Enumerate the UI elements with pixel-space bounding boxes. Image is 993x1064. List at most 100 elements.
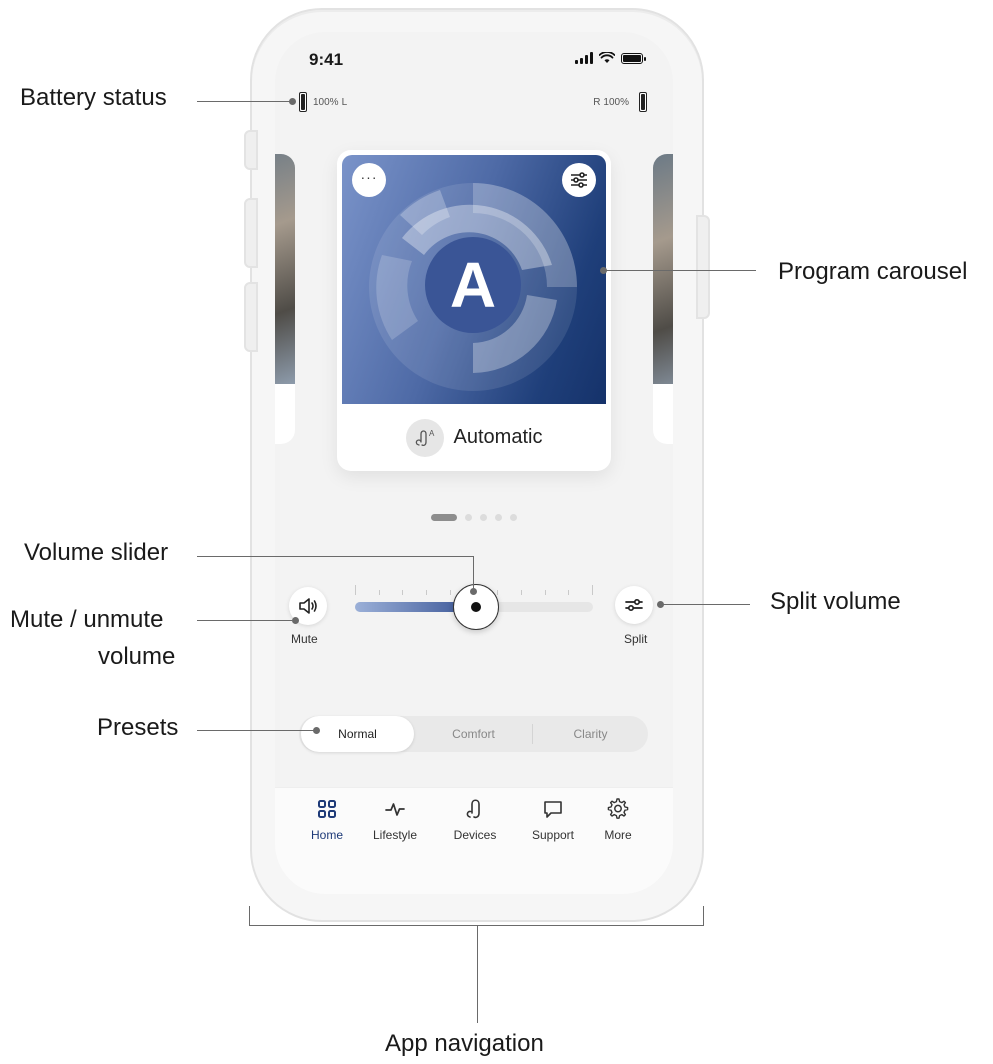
activity-icon xyxy=(385,803,405,816)
volume-tick xyxy=(426,590,428,595)
tab-support[interactable]: Support xyxy=(523,798,583,842)
callout-line xyxy=(197,556,473,557)
callout-presets: Presets xyxy=(97,714,179,741)
callout-line xyxy=(197,730,315,731)
carousel-card-next[interactable] xyxy=(653,154,673,444)
hearing-aid-auto-icon: A xyxy=(415,429,435,446)
more-icon: ··· xyxy=(360,169,378,185)
right-battery-percent: 100% xyxy=(603,96,629,108)
callout-mute-unmute-line1: Mute / unmute xyxy=(10,606,164,633)
tab-label: Home xyxy=(310,828,343,842)
battery-icon xyxy=(299,92,307,112)
status-bar: 9:41 xyxy=(275,32,673,92)
status-time: 9:41 xyxy=(309,50,344,69)
bracket-right xyxy=(703,906,704,925)
callout-dot xyxy=(289,98,296,105)
automatic-program-icon: A xyxy=(405,418,444,457)
callout-line xyxy=(604,270,756,271)
pager-dot[interactable] xyxy=(465,514,472,521)
callout-volume-slider: Volume slider xyxy=(24,539,169,566)
carousel-pager xyxy=(275,514,673,521)
volume-tick xyxy=(378,590,380,595)
left-side-label: L xyxy=(341,96,348,108)
callout-program-carousel: Program carousel xyxy=(778,258,968,285)
program-artwork: A ··· xyxy=(342,155,606,404)
callout-line xyxy=(473,556,474,592)
bracket-stem xyxy=(477,925,478,1023)
pager-dot[interactable] xyxy=(510,514,517,521)
volume-tick xyxy=(449,590,451,595)
tab-label: Lifestyle xyxy=(372,828,418,842)
program-card-automatic[interactable]: A ··· A Automatic xyxy=(337,150,611,471)
volume-tick xyxy=(544,590,546,595)
gear-icon xyxy=(607,798,629,819)
volume-tick xyxy=(497,590,499,595)
volume-tick xyxy=(355,585,356,595)
preset-normal[interactable]: Normal xyxy=(301,716,414,752)
app-navigation-bar: Home Lifestyle Devices Support More xyxy=(275,787,673,894)
sliders-icon xyxy=(571,172,587,188)
right-side-label: R xyxy=(593,96,601,108)
callout-dot xyxy=(657,601,664,608)
volume-tick xyxy=(520,590,522,595)
battery-icon xyxy=(639,92,647,112)
tab-home[interactable]: Home xyxy=(297,798,357,842)
tab-devices[interactable]: Devices xyxy=(445,798,505,842)
signal-icon xyxy=(575,52,593,64)
tab-more[interactable]: More xyxy=(588,798,648,842)
hearing-aid-icon xyxy=(466,799,480,819)
program-settings-button[interactable] xyxy=(562,163,596,197)
tab-lifestyle[interactable]: Lifestyle xyxy=(365,798,425,842)
program-more-button[interactable]: ··· xyxy=(352,163,386,197)
callout-dot xyxy=(600,267,607,274)
mute-switch xyxy=(244,130,258,170)
callout-dot xyxy=(470,588,477,595)
grid-icon xyxy=(318,800,336,818)
program-photo xyxy=(275,154,295,384)
left-battery-percent: 100% xyxy=(313,96,339,108)
callout-line xyxy=(662,604,750,605)
tab-label: Devices xyxy=(453,828,497,842)
phone-battery-icon xyxy=(621,52,646,64)
chat-icon xyxy=(544,801,562,818)
bracket-left xyxy=(249,906,250,925)
program-footer: A Automatic xyxy=(337,404,611,471)
status-icons xyxy=(575,52,646,64)
pager-dot[interactable] xyxy=(495,514,502,521)
wifi-icon xyxy=(599,52,615,63)
svg-text:A: A xyxy=(429,429,435,438)
program-photo xyxy=(653,154,673,384)
callout-split-volume: Split volume xyxy=(770,588,901,615)
split-volume-button[interactable] xyxy=(615,586,653,624)
program-letter: A xyxy=(450,249,496,321)
callout-line xyxy=(197,620,292,621)
volume-up-button-hw xyxy=(244,198,258,268)
tab-label: More xyxy=(604,828,632,842)
right-battery-status: R 100% xyxy=(593,92,647,112)
split-icon xyxy=(625,598,643,612)
volume-tick xyxy=(592,585,593,595)
carousel-card-previous[interactable] xyxy=(275,154,295,444)
speaker-icon xyxy=(299,598,317,614)
phone-screen: 9:41 100% L R 100% A ··· A Automatic Mut… xyxy=(275,32,673,894)
preset-clarity[interactable]: Clarity xyxy=(533,716,648,752)
volume-tick xyxy=(402,590,404,595)
callout-battery-status: Battery status xyxy=(20,84,167,111)
tab-label: Support xyxy=(531,828,575,842)
callout-line xyxy=(197,101,292,102)
volume-tick xyxy=(568,590,570,595)
left-battery-status: 100% L xyxy=(299,92,347,112)
pager-dot-active[interactable] xyxy=(431,514,457,521)
mute-label: Mute xyxy=(291,632,318,646)
callout-app-navigation: App navigation xyxy=(385,1030,544,1057)
presets-segmented-control: Normal Comfort Clarity xyxy=(299,716,648,752)
preset-comfort[interactable]: Comfort xyxy=(416,716,531,752)
power-button-hw xyxy=(696,215,710,319)
pager-dot[interactable] xyxy=(480,514,487,521)
volume-down-button-hw xyxy=(244,282,258,352)
callout-mute-unmute-line2: volume xyxy=(98,643,176,670)
callout-dot xyxy=(292,617,299,624)
split-label: Split xyxy=(624,632,648,646)
program-name: Automatic xyxy=(453,426,543,448)
callout-dot xyxy=(313,727,320,734)
